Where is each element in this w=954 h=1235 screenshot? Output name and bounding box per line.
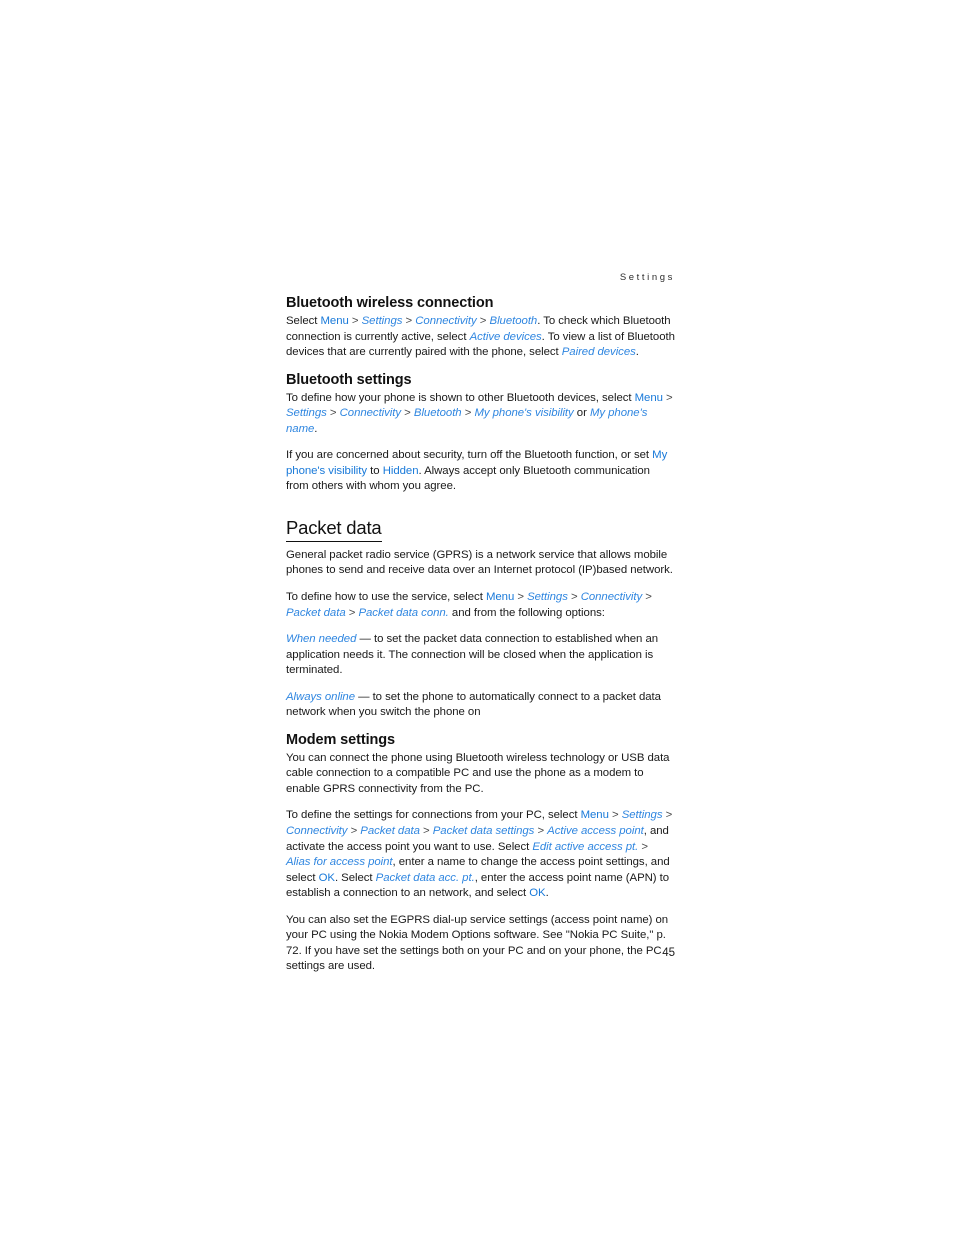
- document-page: Settings Bluetooth wireless connection S…: [286, 0, 675, 1235]
- paragraph-packet-data-intro: General packet radio service (GPRS) is a…: [286, 548, 673, 577]
- heading-bluetooth-wireless-connection: Bluetooth wireless connection: [286, 295, 494, 311]
- menu-path-connectivity: Connectivity: [286, 825, 348, 838]
- separator: >: [476, 315, 490, 327]
- menu-path-paired-devices: Paired devices: [561, 346, 636, 359]
- running-header-settings: Settings: [619, 272, 675, 283]
- separator: >: [347, 825, 361, 838]
- menu-path-active-devices: Active devices: [469, 330, 542, 343]
- paragraph-modem-settings-1: You can connect the phone using Bluetoot…: [286, 751, 670, 795]
- separator: >: [662, 809, 673, 822]
- separator: >: [419, 825, 433, 838]
- paragraph-modem-settings-2: To define the settings for connections f…: [286, 808, 675, 901]
- menu-path-connectivity: Connectivity: [580, 591, 643, 604]
- separator: >: [401, 407, 414, 420]
- separator: >: [567, 591, 581, 604]
- option-always-online: Always online — to set the phone to auto…: [286, 690, 675, 721]
- option-label-always-online: Always online: [286, 690, 355, 703]
- menu-path-settings: Settings: [527, 591, 568, 604]
- text-fragment: To define how to use the service, select: [286, 591, 486, 604]
- menu-path-bluetooth: Bluetooth: [413, 407, 462, 420]
- text-fragment: If you are concerned about security, tur…: [286, 449, 653, 462]
- menu-path-active-access-point: Active access point: [547, 825, 644, 838]
- menu-path-menu: Menu: [580, 809, 609, 822]
- menu-path-menu: Menu: [634, 391, 663, 404]
- menu-action-ok: OK: [529, 887, 546, 900]
- text-fragment: Select: [286, 315, 321, 327]
- separator: >: [461, 407, 475, 420]
- page-content: Bluetooth wireless connection Select Men…: [286, 295, 675, 986]
- option-when-needed: When needed — to set the packet data con…: [286, 632, 675, 679]
- separator: >: [348, 315, 362, 327]
- text-fragment: or: [573, 407, 590, 420]
- separator: >: [326, 407, 340, 420]
- menu-path-packet-data-acc-pt: Packet data acc. pt.: [375, 871, 475, 884]
- text-fragment: . Select: [334, 871, 376, 884]
- chapter-heading-wrap: Packet data: [286, 517, 675, 542]
- menu-path-packet-data-settings: Packet data settings: [432, 825, 535, 838]
- menu-path-settings: Settings: [621, 809, 663, 822]
- menu-path-menu: Menu: [485, 591, 515, 604]
- menu-path-packet-data: Packet data: [286, 606, 346, 619]
- menu-path-edit-active-access-pt: Edit active access pt.: [532, 840, 639, 853]
- menu-action-ok: OK: [318, 871, 335, 884]
- separator: >: [534, 825, 548, 838]
- menu-value-hidden: Hidden: [382, 464, 419, 477]
- menu-path-settings: Settings: [361, 315, 403, 327]
- separator: >: [345, 606, 359, 619]
- heading-modem-settings: Modem settings: [286, 731, 395, 748]
- separator: >: [608, 809, 622, 822]
- paragraph-bluetooth-wireless-connection: Select Menu > Settings > Connectivity > …: [286, 314, 675, 361]
- heading-packet-data: Packet data: [286, 517, 382, 542]
- text-fragment: To define how your phone is shown to oth…: [286, 391, 635, 404]
- menu-path-bluetooth: Bluetooth: [489, 315, 538, 327]
- separator: >: [642, 591, 652, 604]
- menu-path-connectivity: Connectivity: [339, 407, 402, 420]
- option-label-when-needed: When needed: [286, 633, 357, 646]
- paragraph-modem-settings-3: You can also set the EGPRS dial-up servi…: [286, 913, 669, 973]
- text-fragment: .: [635, 346, 639, 359]
- menu-path-packet-data: Packet data: [360, 825, 420, 838]
- menu-path-alias-for-access-point: Alias for access point: [286, 856, 393, 869]
- paragraph-packet-data-path: To define how to use the service, select…: [286, 590, 675, 621]
- menu-path-settings: Settings: [286, 407, 327, 420]
- text-fragment: To define the settings for connections f…: [286, 809, 581, 822]
- page-number: 45: [662, 947, 675, 959]
- separator: >: [638, 840, 648, 853]
- separator: >: [662, 391, 673, 404]
- menu-path-menu: Menu: [320, 315, 349, 327]
- text-fragment: and from the following options:: [448, 606, 605, 619]
- heading-bluetooth-settings: Bluetooth settings: [286, 371, 412, 388]
- separator: >: [514, 591, 528, 604]
- paragraph-bluetooth-settings-2: If you are concerned about security, tur…: [286, 448, 675, 495]
- paragraph-bluetooth-settings-1: To define how your phone is shown to oth…: [286, 391, 675, 438]
- menu-path-packet-data-conn: Packet data conn.: [358, 606, 449, 619]
- text-fragment: .: [314, 422, 318, 435]
- separator: >: [402, 315, 416, 327]
- menu-path-connectivity: Connectivity: [415, 315, 477, 327]
- menu-path-my-phones-visibility: My phone's visibility: [474, 407, 574, 420]
- text-fragment: to: [367, 464, 383, 477]
- text-fragment: .: [545, 887, 549, 900]
